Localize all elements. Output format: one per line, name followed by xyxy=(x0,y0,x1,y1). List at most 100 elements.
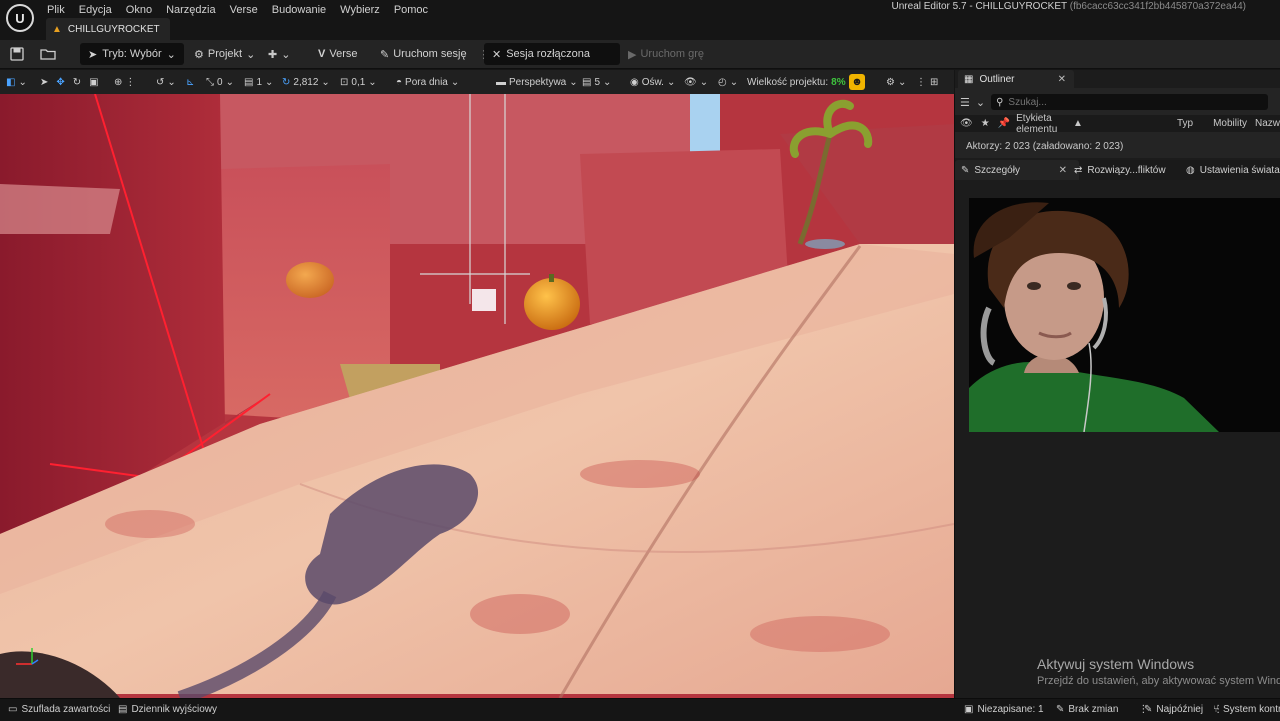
menu-verse[interactable]: Verse xyxy=(223,3,265,17)
menu-file[interactable]: Plik xyxy=(40,3,72,17)
level-icon: ▲ xyxy=(52,23,62,35)
window-title-text: Unreal Editor 5.7 - CHILLGUYROCKET xyxy=(891,1,1067,12)
chevron-down-icon: ⌄ xyxy=(368,76,377,88)
chevron-down-icon: ⌄ xyxy=(569,76,578,88)
outliner-search-input[interactable] xyxy=(1008,96,1249,108)
project-dropdown[interactable]: ⚙ Projekt ⌄ xyxy=(194,40,255,68)
smiley-warning-icon: ☻ xyxy=(849,74,865,90)
rotate-tool-icon[interactable]: ↻ xyxy=(73,77,81,88)
chevron-down-icon[interactable]: ⌄ xyxy=(976,96,985,109)
project-size-value: 8% xyxy=(831,76,846,88)
world-local-toggle[interactable]: ⊕ ⋮ xyxy=(114,70,135,94)
menu-tools[interactable]: Narzędzia xyxy=(159,3,223,17)
close-icon[interactable]: ✕ xyxy=(1058,74,1066,85)
menu-edit[interactable]: Edycja xyxy=(72,3,119,17)
camera-speed-value: 5 xyxy=(594,76,601,88)
launch-game-button[interactable]: ▶ Uruchom grę xyxy=(628,40,704,68)
select-tool-icon[interactable]: ➤ xyxy=(40,77,48,88)
outliner-search-row: ☰ ⌄ ⚲ xyxy=(960,93,1276,111)
launch-session-label: Uruchom sesję xyxy=(393,48,467,60)
scale-snap-dropdown[interactable]: ↻ 2,812 ⌄ xyxy=(282,70,330,94)
no-changes-label: Brak zmian xyxy=(1068,703,1119,715)
launch-session-button[interactable]: ✎ Uruchom sesję ⋮ xyxy=(380,40,490,68)
column-mobility[interactable]: Mobility xyxy=(1213,118,1247,129)
scale-value: 2,812 xyxy=(293,76,319,88)
unsaved-indicator[interactable]: ▣ Niezapisane: 1 xyxy=(964,698,1044,720)
time-of-day-dropdown[interactable]: ◓ Pora dnia ⌄ xyxy=(396,70,459,94)
source-control-label: System kontroli xyxy=(1223,703,1280,715)
star-icon[interactable]: ★ xyxy=(981,118,990,129)
world-settings-tab[interactable]: ◍ Ustawienia świata xyxy=(1186,160,1280,180)
column-label[interactable]: Etykieta elementu xyxy=(1016,113,1069,135)
play-icon: ▶ xyxy=(628,48,637,61)
transform-tools: ➤ ✥ ↻ ▣ xyxy=(40,70,99,94)
angle-snap-dropdown[interactable]: ⊡ 0,1 ⌄ xyxy=(340,70,377,94)
performance-dropdown[interactable]: ◴ ⌄ xyxy=(718,70,738,94)
chevron-down-icon: ⌄ xyxy=(167,76,176,88)
unreal-logo-icon[interactable]: U xyxy=(6,4,34,32)
camera-speed-dropdown[interactable]: ▤ 5 ⌄ xyxy=(582,70,611,94)
add-content-icon: ✚ xyxy=(268,48,278,61)
project-tab-label: CHILLGUYROCKET xyxy=(67,23,160,35)
pumpkin xyxy=(524,278,580,330)
grid-value-dropdown[interactable]: ⤡ 0 ⌄ xyxy=(206,70,234,94)
chevron-down-icon: ⌄ xyxy=(281,48,291,61)
move-tool-icon[interactable]: ✥ xyxy=(56,77,64,88)
outliner-column-headers: 👁 ★ 📌 Etykieta elementu ▲ Typ Mobility N… xyxy=(955,113,1280,135)
latest-button[interactable]: ✎ Najpóźniej ⋮ xyxy=(1144,698,1223,720)
column-type[interactable]: Typ xyxy=(1177,118,1193,129)
surface-snap-dropdown[interactable]: ↺ ⌄ xyxy=(156,70,176,94)
scale-tool-icon[interactable]: ▣ xyxy=(89,77,98,88)
chevron-down-icon: ⌄ xyxy=(225,76,234,88)
grid-snap-button[interactable]: ⊾ xyxy=(186,70,194,94)
perspective-dropdown[interactable]: ▬ Perspektywa ⌄ xyxy=(496,70,578,94)
conflicts-tab[interactable]: ⇄ Rozwiązy...fliktów xyxy=(1074,160,1166,180)
output-log-icon: ▤ xyxy=(118,703,128,715)
chevron-down-icon: ⌄ xyxy=(265,76,274,88)
source-control-icon: ⑂ xyxy=(1213,703,1219,715)
column-extra[interactable]: Nazw xyxy=(1255,118,1280,129)
sync-icon: ✎ xyxy=(1144,703,1153,715)
verse-button[interactable]: V Verse xyxy=(318,40,357,68)
project-tab[interactable]: ▲ CHILLGUYROCKET xyxy=(46,18,170,40)
outliner-tab[interactable]: ▦ Outliner ✕ xyxy=(958,70,1074,88)
rotation-snap-dropdown[interactable]: ▤ 1 ⌄ xyxy=(244,70,273,94)
content-drawer-button[interactable]: ▭ Szuflada zawartości xyxy=(8,698,110,720)
chevron-down-icon: ⌄ xyxy=(666,76,676,88)
chevron-down-icon: ⌄ xyxy=(729,76,739,88)
activation-title: Aktywuj system Windows xyxy=(1037,656,1195,672)
no-changes-button[interactable]: ✎ Brak zmian ⋮ xyxy=(1056,698,1148,720)
viewport-layout-button[interactable]: ⊞ xyxy=(930,70,938,94)
outliner-search-box[interactable]: ⚲ xyxy=(991,94,1269,110)
pin-icon[interactable]: 📌 xyxy=(998,118,1010,129)
chevron-down-icon: ⌄ xyxy=(246,48,256,61)
eye xyxy=(1067,282,1081,290)
close-icon[interactable]: ✕ xyxy=(1059,165,1067,176)
details-tab[interactable]: ✎ Szczegóły ✕ xyxy=(955,160,1079,180)
add-content-dropdown[interactable]: ✚ ⌄ xyxy=(268,40,290,68)
eye-icon[interactable]: 👁 xyxy=(960,118,973,129)
browse-button[interactable] xyxy=(40,40,56,68)
show-dropdown[interactable]: 👁 ⌄ xyxy=(684,70,708,94)
white-cube xyxy=(472,289,496,311)
filter-icon[interactable]: ☰ xyxy=(960,96,970,109)
warning-button[interactable]: ☻ xyxy=(849,70,865,94)
menu-window[interactable]: Okno xyxy=(119,3,159,17)
save-button[interactable] xyxy=(10,40,24,68)
mode-dropdown[interactable]: ➤ Tryb: Wybór ⌄ xyxy=(80,40,184,68)
perspective-label: Perspektywa xyxy=(509,76,567,88)
world-settings-tab-label: Ustawienia świata xyxy=(1199,164,1280,176)
menu-build[interactable]: Budowanie xyxy=(265,3,333,17)
outliner-tab-label: Outliner xyxy=(979,73,1015,85)
level-viewport[interactable] xyxy=(0,94,955,698)
menu-select[interactable]: Wybierz xyxy=(333,3,387,17)
viewport-options-dropdown[interactable]: ◧ ⌄ xyxy=(6,70,27,94)
viewport-more-options[interactable]: ⋮ xyxy=(916,70,926,94)
main-menu: Plik Edycja Okno Narzędzia Verse Budowan… xyxy=(40,3,435,17)
viewport-settings-dropdown[interactable]: ⚙ ⌄ xyxy=(886,70,906,94)
wall-stripe xyxy=(0,184,120,234)
output-log-button[interactable]: ▤ Dziennik wyjściowy xyxy=(118,698,217,720)
menu-help[interactable]: Pomoc xyxy=(387,3,435,17)
source-control-button[interactable]: ⑂ System kontroli xyxy=(1213,698,1280,720)
lighting-dropdown[interactable]: ◉ Ośw. ⌄ xyxy=(630,70,675,94)
